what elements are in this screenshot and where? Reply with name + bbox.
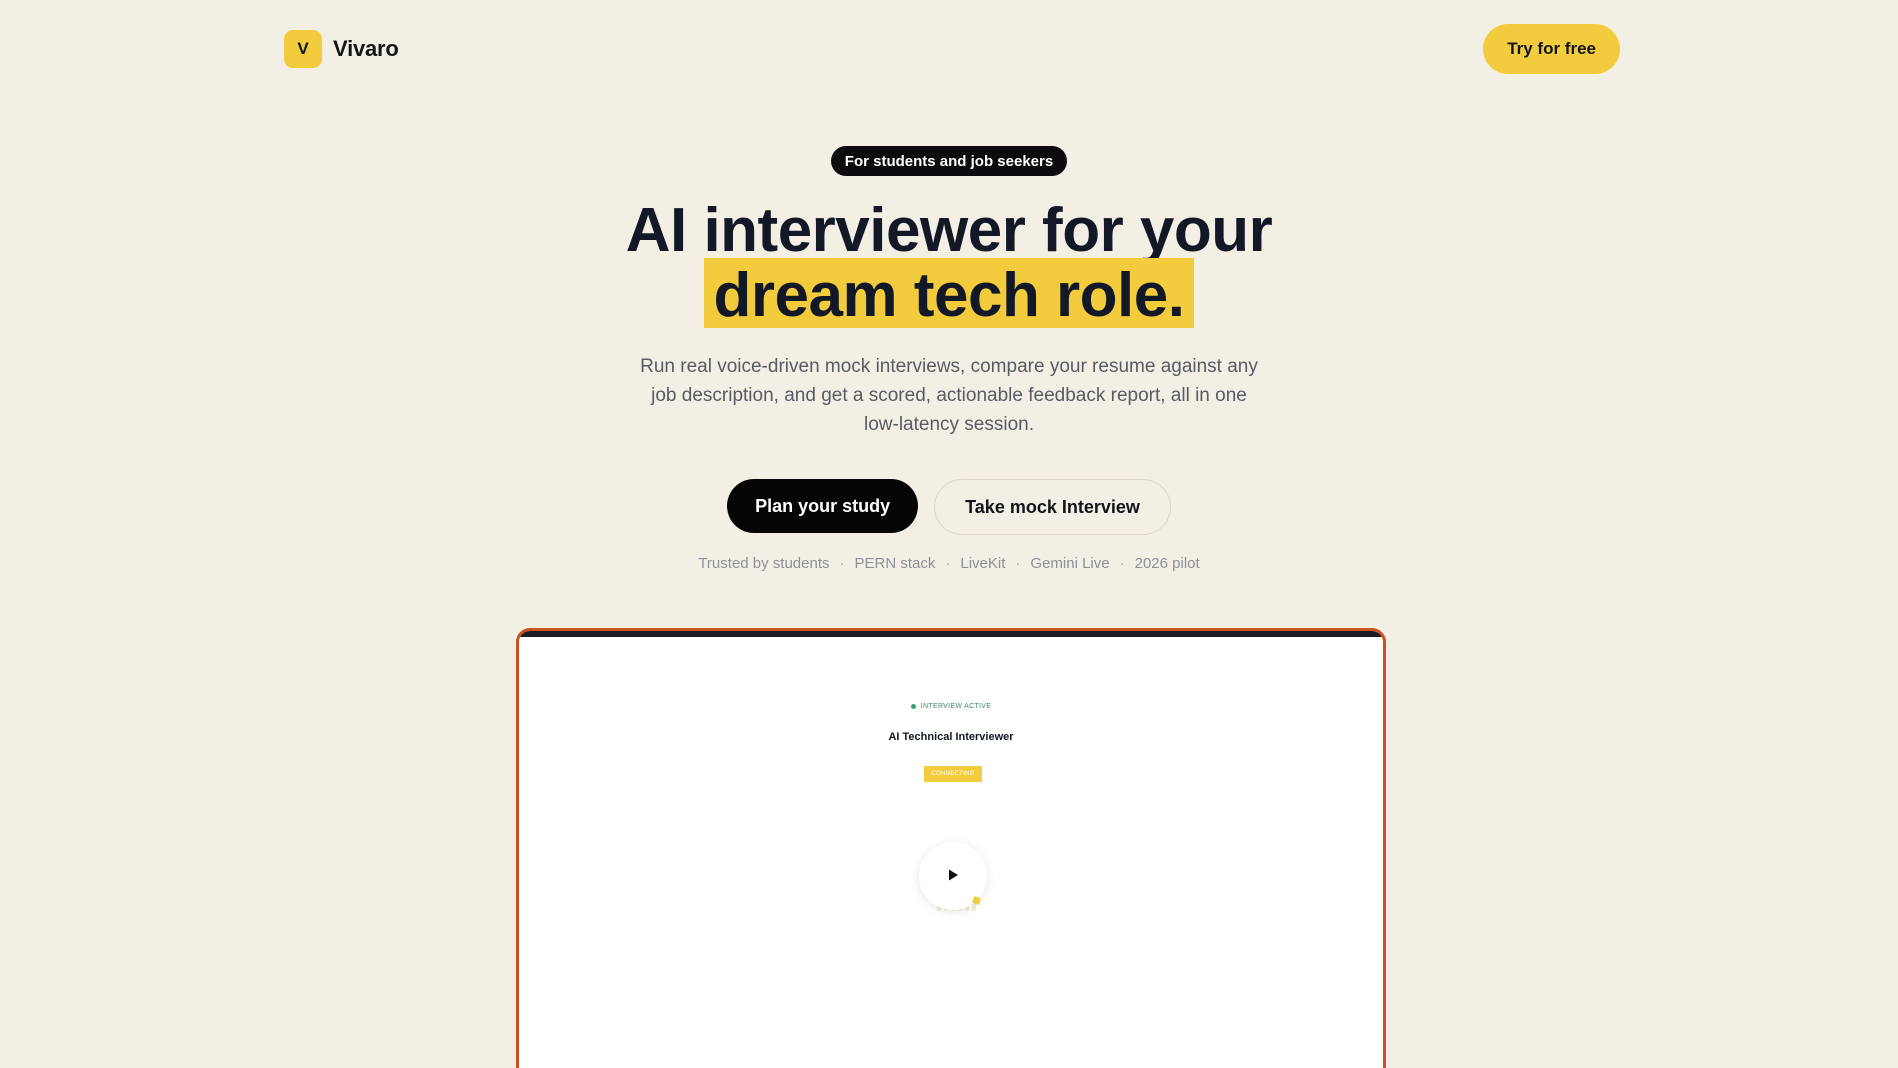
interviewer-title: AI Technical Interviewer xyxy=(888,731,1014,743)
audience-badge: For students and job seekers xyxy=(830,146,1068,176)
trust-item: 2026 pilot xyxy=(1134,555,1200,572)
connection-status-badge: CONNECTING xyxy=(924,766,982,782)
site-header: V Vivaro Try for free xyxy=(284,24,1620,74)
status-dot-icon xyxy=(910,704,916,709)
hero-section: For students and job seekers AI intervie… xyxy=(0,146,1898,572)
headline-highlight: dream tech role. xyxy=(703,258,1195,328)
brand-logo-link[interactable]: V Vivaro xyxy=(284,30,399,68)
trust-item: LiveKit xyxy=(960,555,1006,572)
headline-line-1: AI interviewer for your xyxy=(625,196,1273,265)
trust-separator: · xyxy=(839,555,845,572)
take-mock-interview-button[interactable]: Take mock Interview xyxy=(934,479,1171,535)
trust-item: Trusted by students xyxy=(698,555,830,572)
status-label: INTERVIEW ACTIVE xyxy=(920,703,992,710)
trust-separator: · xyxy=(1015,555,1021,572)
trust-item: PERN stack xyxy=(854,555,936,572)
interview-demo-frame: INTERVIEW ACTIVE AI Technical Interviewe… xyxy=(516,628,1386,1068)
trust-item: Gemini Live xyxy=(1030,555,1110,572)
demo-screen: INTERVIEW ACTIVE AI Technical Interviewe… xyxy=(519,637,1383,1068)
play-icon xyxy=(946,868,960,885)
try-for-free-button[interactable]: Try for free xyxy=(1483,24,1620,74)
logo-mark: V xyxy=(284,30,322,68)
trust-separator: · xyxy=(945,555,951,572)
plan-your-study-button[interactable]: Plan your study xyxy=(727,479,919,533)
interview-status: INTERVIEW ACTIVE xyxy=(519,703,1383,710)
brand-name: Vivaro xyxy=(333,36,399,61)
trust-separator: · xyxy=(1119,555,1125,572)
trust-strip: Trusted by students · PERN stack · LiveK… xyxy=(698,555,1199,572)
hero-subheading: Run real voice-driven mock interviews, c… xyxy=(640,356,1258,435)
hero-headline: AI interviewer for your dream tech role. xyxy=(625,196,1273,328)
cta-group: Plan your study Take mock Interview xyxy=(727,479,1171,535)
